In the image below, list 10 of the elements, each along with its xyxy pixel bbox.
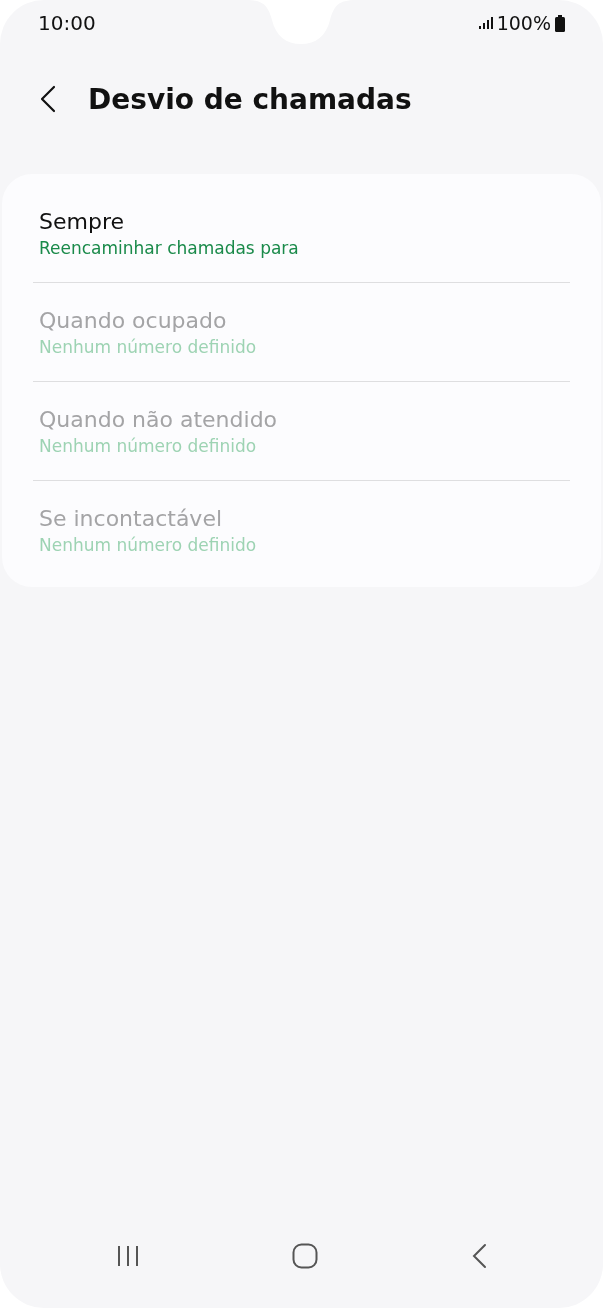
- page-title: Desvio de chamadas: [88, 82, 412, 116]
- back-icon[interactable]: [470, 1243, 487, 1269]
- battery-icon: [555, 14, 565, 32]
- back-icon[interactable]: [40, 85, 56, 113]
- settings-item[interactable]: Sempre Reencaminhar chamadas para: [2, 184, 601, 282]
- battery-percent: 100%: [496, 12, 551, 34]
- signal-icon: [478, 17, 493, 29]
- home-icon[interactable]: [292, 1243, 319, 1269]
- recent-apps-icon[interactable]: [116, 1245, 141, 1267]
- status-time: 10:00: [38, 11, 96, 35]
